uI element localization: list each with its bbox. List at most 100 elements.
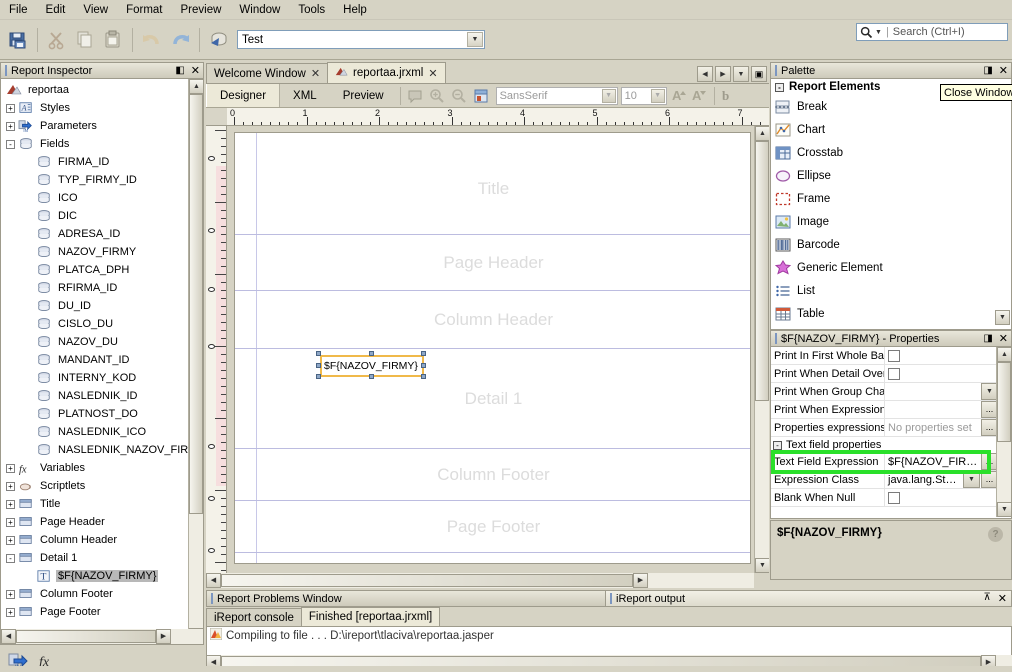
- bold-icon[interactable]: b: [718, 85, 738, 107]
- collapse-icon[interactable]: -: [775, 82, 784, 92]
- expand-icon[interactable]: +: [6, 535, 15, 545]
- band-detail-1[interactable]: Detail 1: [235, 349, 750, 449]
- minimize-icon[interactable]: ◨: [983, 65, 992, 76]
- report-tree[interactable]: reportaa + A Styles + IN Parameters - Fields FIR…: [0, 79, 204, 645]
- tree-item-naslednik-id[interactable]: NASLEDNIK_ID: [1, 387, 203, 405]
- chevron-down-icon[interactable]: ▼: [601, 88, 616, 103]
- palette-scroll-down-button[interactable]: ▼: [995, 310, 1010, 325]
- tree-item-typ-firmy-id[interactable]: TYP_FIRMY_ID: [1, 171, 203, 189]
- tab-preview[interactable]: Preview: [330, 84, 397, 107]
- band-marker-icon[interactable]: [208, 287, 215, 292]
- console-output[interactable]: Compiling to file . . . D:\ireport\tlaci…: [206, 626, 1012, 656]
- tree-item-scriptlets[interactable]: + Scriptlets: [1, 477, 203, 495]
- tree-item-nazov-du[interactable]: NAZOV_DU: [1, 333, 203, 351]
- tree-item-variables[interactable]: + fx Variables: [1, 459, 203, 477]
- scroll-up-button[interactable]: ▲: [755, 126, 769, 141]
- expand-icon[interactable]: +: [6, 589, 15, 599]
- scroll-thumb[interactable]: [189, 94, 203, 514]
- property-value[interactable]: java.lang.St… ▼...: [884, 470, 998, 489]
- menu-preview[interactable]: Preview: [172, 2, 231, 18]
- menu-window[interactable]: Window: [230, 2, 289, 18]
- tree-item-interny-kod[interactable]: INTERNY_KOD: [1, 369, 203, 387]
- tree-item-f-nazov-firmy[interactable]: T $F{NAZOV_FIRMY}: [1, 567, 203, 585]
- decrease-font-icon[interactable]: A: [691, 85, 711, 107]
- band-marker-icon[interactable]: [208, 548, 215, 553]
- property-checkbox[interactable]: [888, 367, 900, 380]
- scroll-down-button[interactable]: ▼: [997, 502, 1011, 517]
- property-value[interactable]: [884, 347, 998, 365]
- resize-handle[interactable]: [368, 374, 374, 379]
- tree-root-node[interactable]: reportaa: [1, 81, 203, 99]
- scroll-up-button[interactable]: ▲: [997, 347, 1011, 362]
- zoom-out-icon[interactable]: [448, 85, 470, 107]
- band-marker-icon[interactable]: [208, 228, 215, 233]
- expand-icon[interactable]: +: [6, 499, 15, 509]
- property-checkbox[interactable]: [888, 349, 900, 362]
- tree-horizontal-scrollbar[interactable]: ◀ ▶: [1, 629, 203, 644]
- tree-item-cislo-du[interactable]: CISLO_DU: [1, 315, 203, 333]
- tab-scroll-left-button[interactable]: ◀: [697, 66, 713, 82]
- property-row-print-when-detail-over[interactable]: Print When Detail Over: [771, 364, 998, 383]
- chevron-down-icon[interactable]: ▼: [650, 88, 665, 103]
- ireport-output-titlebar[interactable]: iReport output ⊼ ✕: [606, 590, 1012, 607]
- tree-item-rfirma-id[interactable]: RFIRMA_ID: [1, 279, 203, 297]
- close-icon[interactable]: ✕: [191, 64, 200, 77]
- resize-handle[interactable]: [316, 362, 321, 368]
- close-icon[interactable]: ✕: [428, 67, 437, 80]
- pin-icon[interactable]: ⊼: [983, 592, 990, 605]
- property-value[interactable]: [884, 364, 998, 383]
- property-value[interactable]: No properties set...: [884, 418, 998, 437]
- close-icon[interactable]: ✕: [999, 64, 1008, 77]
- resize-handle[interactable]: [316, 374, 321, 379]
- collapse-icon[interactable]: -: [6, 553, 15, 563]
- menu-help[interactable]: Help: [334, 2, 376, 18]
- scroll-down-button[interactable]: ▼: [755, 558, 769, 573]
- tab-ireport-console[interactable]: iReport console: [206, 608, 302, 626]
- tab-welcome-window[interactable]: Welcome Window ✕: [206, 63, 329, 83]
- menu-tools[interactable]: Tools: [289, 2, 334, 18]
- palette-item-barcode[interactable]: Barcode: [771, 233, 892, 256]
- tree-item-column-footer[interactable]: + Column Footer: [1, 585, 203, 603]
- scroll-left-button[interactable]: ◀: [1, 629, 16, 644]
- font-size-combo[interactable]: 10 ▼: [620, 86, 667, 105]
- tab-scroll-right-button[interactable]: ▶: [715, 66, 731, 82]
- tree-item-firma-id[interactable]: FIRMA_ID: [1, 153, 203, 171]
- zoom-in-icon[interactable]: [426, 85, 448, 107]
- save-icon[interactable]: [4, 26, 32, 54]
- property-value[interactable]: ...: [884, 400, 998, 419]
- search-dropdown-icon[interactable]: ▼: [875, 29, 882, 36]
- report-problems-titlebar[interactable]: Report Problems Window: [206, 590, 606, 607]
- scroll-right-button[interactable]: ▶: [156, 629, 171, 644]
- palette-item-break[interactable]: Break: [771, 95, 892, 118]
- property-row-print-when-group-chan[interactable]: Print When Group Chan ▼: [771, 382, 998, 401]
- resize-handle[interactable]: [421, 351, 426, 356]
- tree-item-styles[interactable]: + A Styles: [1, 99, 203, 117]
- resize-handle[interactable]: [421, 374, 426, 379]
- property-row-print-when-expression[interactable]: Print When Expression...: [771, 400, 998, 419]
- h-scroll-thumb[interactable]: [16, 630, 156, 643]
- tree-item-du-id[interactable]: DU_ID: [1, 297, 203, 315]
- collapse-icon[interactable]: -: [773, 440, 782, 450]
- expand-icon[interactable]: +: [6, 103, 15, 113]
- datasource-icon[interactable]: [205, 26, 233, 54]
- band-column-header[interactable]: Column Header: [235, 291, 750, 349]
- menu-view[interactable]: View: [74, 2, 117, 18]
- properties-table[interactable]: Print In First Whole Bar Print When Detai…: [770, 347, 1012, 519]
- band-marker-icon[interactable]: [208, 444, 215, 449]
- property-row-print-in-first-whole-bar[interactable]: Print In First Whole Bar: [771, 347, 998, 365]
- close-icon[interactable]: ✕: [998, 592, 1007, 605]
- tree-item-adresa-id[interactable]: ADRESA_ID: [1, 225, 203, 243]
- palette-body[interactable]: - Report Elements Break Chart Crosstab Ellips…: [770, 79, 1012, 330]
- band-page-footer[interactable]: Page Footer: [235, 501, 750, 553]
- property-row-text-field-expression[interactable]: Text Field Expression $F{NAZOV_FIR…...: [771, 452, 998, 471]
- tree-item-platnost-do[interactable]: PLATNOST_DO: [1, 405, 203, 423]
- tree-vertical-scrollbar[interactable]: ▲ ▼: [188, 79, 203, 643]
- property-value[interactable]: [884, 488, 998, 507]
- palette-item-ellipse[interactable]: Ellipse: [771, 164, 892, 187]
- palette-item-chart[interactable]: Chart: [771, 118, 892, 141]
- close-icon[interactable]: ✕: [999, 332, 1008, 345]
- property-row-expression-class[interactable]: Expression Class java.lang.St… ▼...: [771, 470, 998, 489]
- scroll-thumb[interactable]: [997, 362, 1011, 442]
- design-canvas[interactable]: Title Page Header Column Header Detail 1 Col…: [206, 126, 769, 588]
- menu-edit[interactable]: Edit: [37, 2, 75, 18]
